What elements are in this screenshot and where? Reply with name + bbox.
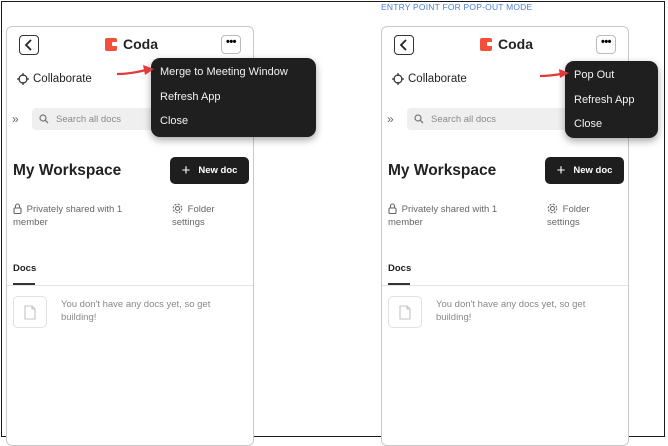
search-placeholder: Search all docs (431, 113, 496, 125)
lock-icon (13, 203, 22, 215)
folder-settings-button[interactable]: Folder settings (172, 203, 242, 229)
menu-item-refresh-app[interactable]: Refresh App (574, 94, 635, 106)
tab-docs[interactable]: Docs (388, 263, 411, 274)
collaborate-label: Collaborate (408, 73, 467, 85)
sharing-text: Privately shared with 1 member (388, 204, 498, 228)
crosshair-icon (392, 73, 404, 85)
menu-item-refresh-app[interactable]: Refresh App (160, 91, 221, 103)
expand-sidebar-icon[interactable]: » (12, 112, 19, 126)
collaborate-label: Collaborate (33, 73, 92, 85)
search-icon (39, 114, 49, 124)
menu-item-merge-to-meeting-window[interactable]: Merge to Meeting Window (160, 66, 288, 78)
tab-divider (7, 285, 253, 286)
chevron-left-icon (399, 39, 407, 51)
folder-settings-button[interactable]: Folder settings (547, 203, 617, 229)
app-logo: Coda (105, 36, 158, 52)
tab-docs[interactable]: Docs (13, 263, 36, 274)
back-button[interactable] (19, 35, 39, 55)
sharing-status: Privately shared with 1 member (13, 203, 143, 229)
new-doc-label: New doc (573, 165, 613, 176)
new-doc-label: New doc (198, 165, 238, 176)
app-name: Coda (123, 36, 158, 52)
coda-logo-icon (105, 37, 117, 51)
chevron-left-icon (24, 39, 32, 51)
options-menu-left: Merge to Meeting Window Refresh App Clos… (151, 58, 316, 137)
active-tab-indicator (13, 283, 35, 285)
search-placeholder: Search all docs (56, 113, 121, 125)
collaborate-button[interactable]: Collaborate (392, 73, 467, 85)
app-logo: Coda (480, 36, 533, 52)
crosshair-icon (17, 73, 29, 85)
active-tab-indicator (388, 283, 410, 285)
ellipsis-icon: ••• (600, 36, 612, 48)
more-options-button[interactable]: ••• (221, 35, 241, 54)
gear-icon (547, 203, 558, 214)
empty-state-message: You don't have any docs yet, so get buil… (61, 299, 211, 323)
lock-icon (388, 203, 397, 215)
figure-caption: ENTRY POINT FOR POP-OUT MODE (381, 2, 533, 12)
back-button[interactable] (394, 35, 414, 55)
coda-logo-icon (480, 37, 492, 51)
collaborate-button[interactable]: Collaborate (17, 73, 92, 85)
document-icon (388, 296, 422, 328)
sharing-status: Privately shared with 1 member (388, 203, 518, 229)
sharing-text: Privately shared with 1 member (13, 204, 123, 228)
options-menu-right: Pop Out Refresh App Close (565, 61, 658, 138)
ellipsis-icon: ••• (225, 36, 237, 48)
plus-icon: + (556, 162, 566, 179)
app-name: Coda (498, 36, 533, 52)
empty-state-message: You don't have any docs yet, so get buil… (436, 299, 586, 323)
menu-item-close[interactable]: Close (160, 115, 188, 127)
annotation-arrow-icon (116, 65, 154, 76)
tab-divider (382, 285, 628, 286)
menu-item-close[interactable]: Close (574, 118, 602, 130)
workspace-title: My Workspace (388, 162, 497, 179)
menu-item-pop-out[interactable]: Pop Out (574, 69, 614, 81)
new-doc-button[interactable]: + New doc (170, 157, 249, 184)
plus-icon: + (181, 162, 191, 179)
document-icon (13, 296, 47, 328)
new-doc-button[interactable]: + New doc (545, 157, 624, 184)
more-options-button[interactable]: ••• (596, 35, 616, 54)
annotation-arrow-icon (539, 69, 569, 78)
search-icon (414, 114, 424, 124)
expand-sidebar-icon[interactable]: » (387, 112, 394, 126)
workspace-title: My Workspace (13, 162, 122, 179)
gear-icon (172, 203, 183, 214)
